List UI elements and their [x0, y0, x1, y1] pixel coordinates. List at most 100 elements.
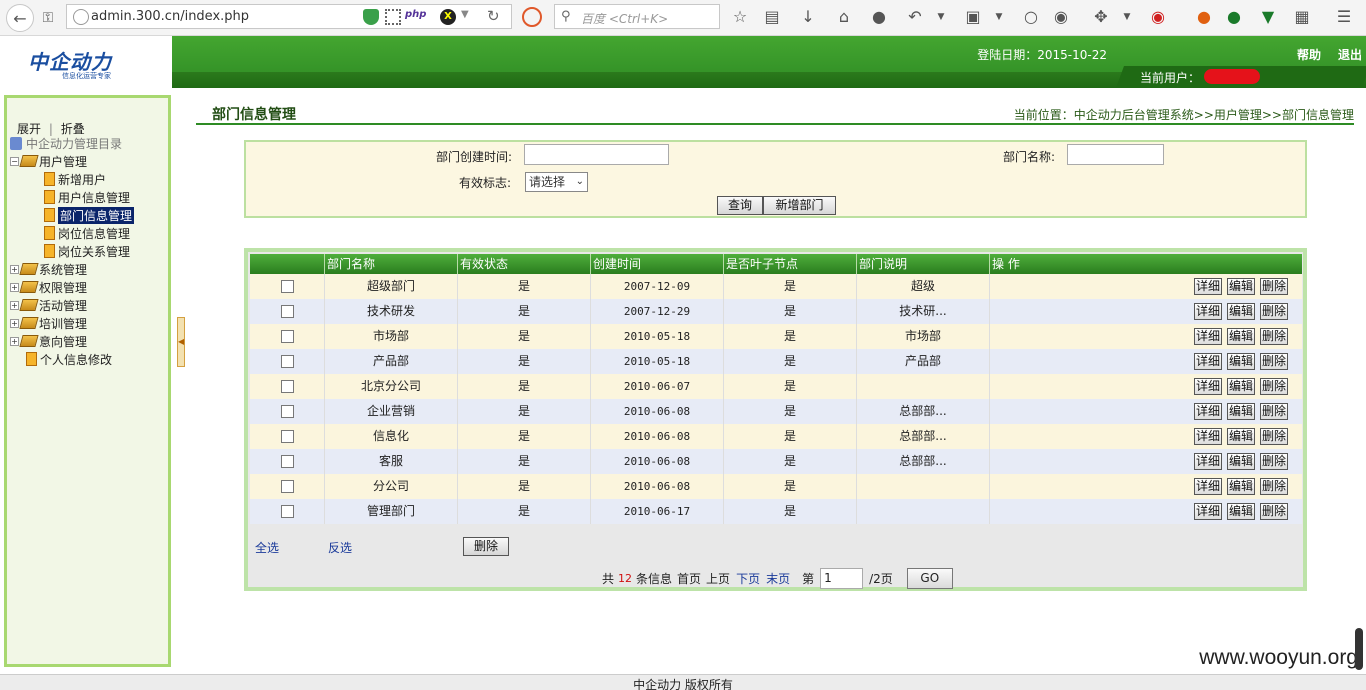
delete-button[interactable]: 删除 — [1259, 303, 1288, 320]
detail-button[interactable]: 详细 — [1193, 303, 1222, 320]
sidebar-item-user-mgmt[interactable]: − 用户管理 — [10, 152, 87, 170]
star-icon[interactable]: ☆ — [730, 7, 750, 27]
delete-button[interactable]: 删除 — [1259, 278, 1288, 295]
row-checkbox[interactable] — [280, 480, 294, 493]
delete-button[interactable]: 删除 — [1259, 353, 1288, 370]
addon-green-icon[interactable]: ● — [1224, 7, 1244, 27]
undo-icon[interactable]: ↶ — [905, 7, 925, 27]
sidebar-item-dept-info[interactable]: 部门信息管理 — [44, 206, 135, 224]
collapse-toggle-icon[interactable]: − — [10, 156, 19, 166]
edit-button[interactable]: 编辑 — [1226, 353, 1255, 370]
page-number-input[interactable]: 1 — [820, 568, 864, 589]
delete-button[interactable]: 删除 — [1259, 378, 1288, 395]
reading-list-icon[interactable]: ▤ — [762, 7, 782, 27]
extension-x-icon[interactable]: X — [440, 9, 456, 25]
sidebar-item-post-relation[interactable]: 岗位关系管理 — [44, 242, 130, 260]
expand-toggle-icon[interactable]: + — [10, 318, 19, 328]
detail-button[interactable]: 详细 — [1193, 428, 1222, 445]
comment-icon[interactable]: ○ — [1021, 7, 1041, 27]
detail-button[interactable]: 详细 — [1193, 378, 1222, 395]
edit-button[interactable]: 编辑 — [1226, 503, 1255, 520]
crop-icon[interactable]: ▣ — [963, 7, 983, 27]
sidebar-item-add-user[interactable]: 新增用户 — [44, 170, 106, 188]
edit-button[interactable]: 编辑 — [1226, 378, 1255, 395]
detail-button[interactable]: 详细 — [1193, 403, 1222, 420]
detail-button[interactable]: 详细 — [1193, 353, 1222, 370]
detail-button[interactable]: 详细 — [1193, 278, 1222, 295]
row-checkbox[interactable] — [280, 305, 294, 318]
download-icon[interactable]: ↓ — [798, 7, 818, 27]
addon-shield-icon[interactable]: ▼ — [1258, 7, 1278, 27]
grid-icon[interactable]: ▦ — [1292, 7, 1312, 27]
chat-icon[interactable]: ● — [869, 7, 889, 27]
sidebar-item-permission[interactable]: + 权限管理 — [10, 278, 87, 296]
chevron-down-icon[interactable]: ▼ — [461, 9, 477, 25]
logout-link[interactable]: 退出 — [1338, 46, 1362, 63]
delete-button[interactable]: 删除 — [1259, 428, 1288, 445]
back-button[interactable]: ← — [6, 4, 34, 32]
sidebar-item-personal[interactable]: 个人信息修改 — [26, 350, 112, 368]
sidebar-item-activity[interactable]: + 活动管理 — [10, 296, 87, 314]
row-checkbox[interactable] — [280, 280, 294, 293]
home-icon[interactable]: ⌂ — [834, 7, 854, 27]
edit-button[interactable]: 编辑 — [1226, 328, 1255, 345]
sidebar-item-intent[interactable]: + 意向管理 — [10, 332, 87, 350]
edit-button[interactable]: 编辑 — [1226, 453, 1255, 470]
account-icon[interactable]: ◉ — [1051, 7, 1071, 27]
tools-icon[interactable]: ✥ — [1091, 7, 1111, 27]
expand-toggle-icon[interactable]: + — [10, 300, 19, 310]
status-select[interactable]: 请选择 ⌄ — [525, 172, 588, 192]
chevron-down-icon[interactable]: ▼ — [989, 7, 1009, 27]
shield-icon[interactable] — [363, 9, 379, 25]
tree-root[interactable]: 中企动力管理目录 — [10, 134, 122, 152]
addon-orange-icon[interactable]: ● — [1194, 7, 1214, 27]
dept-name-input[interactable] — [1067, 144, 1164, 165]
qr-code-icon[interactable] — [385, 9, 401, 25]
delete-button[interactable]: 删除 — [1259, 478, 1288, 495]
row-checkbox[interactable] — [280, 405, 294, 418]
edit-button[interactable]: 编辑 — [1226, 278, 1255, 295]
help-link[interactable]: 帮助 — [1297, 46, 1321, 63]
detail-button[interactable]: 详细 — [1193, 503, 1222, 520]
sidebar-item-training[interactable]: + 培训管理 — [10, 314, 87, 332]
sidebar-item-post-info[interactable]: 岗位信息管理 — [44, 224, 130, 242]
expand-toggle-icon[interactable]: + — [10, 264, 19, 274]
reload-icon[interactable]: ↻ — [487, 7, 503, 25]
delete-button[interactable]: 删除 — [1259, 328, 1288, 345]
bulk-delete-button[interactable]: 删除 — [463, 537, 509, 556]
block-icon[interactable] — [522, 7, 542, 27]
sidebar-toggle-handle[interactable]: ◀ — [177, 317, 185, 367]
row-checkbox[interactable] — [280, 330, 294, 343]
row-checkbox[interactable] — [280, 380, 294, 393]
pager-last-link[interactable]: 末页 — [766, 570, 790, 587]
select-all-link[interactable]: 全选 — [255, 539, 279, 556]
create-time-input[interactable] — [524, 144, 669, 165]
sidebar-item-system[interactable]: + 系统管理 — [10, 260, 87, 278]
search-bar[interactable]: ⚲ 百度 <Ctrl+K> — [554, 4, 720, 29]
expand-toggle-icon[interactable]: + — [10, 282, 19, 292]
row-checkbox[interactable] — [280, 455, 294, 468]
php-badge[interactable]: php — [405, 9, 439, 25]
detail-button[interactable]: 详细 — [1193, 478, 1222, 495]
row-checkbox[interactable] — [280, 430, 294, 443]
row-checkbox[interactable] — [280, 505, 294, 518]
sidebar-item-user-info[interactable]: 用户信息管理 — [44, 188, 130, 206]
row-checkbox[interactable] — [280, 355, 294, 368]
detail-button[interactable]: 详细 — [1193, 453, 1222, 470]
address-bar[interactable]: admin.300.cn/index.php php X ▼ ↻ — [66, 4, 512, 29]
scroll-indicator[interactable] — [1355, 628, 1363, 670]
edit-button[interactable]: 编辑 — [1226, 428, 1255, 445]
delete-button[interactable]: 删除 — [1259, 403, 1288, 420]
go-button[interactable]: GO — [906, 568, 953, 589]
chevron-down-icon[interactable]: ▼ — [931, 7, 951, 27]
expand-toggle-icon[interactable]: + — [10, 336, 19, 346]
chevron-down-icon[interactable]: ▼ — [1117, 7, 1137, 27]
edit-button[interactable]: 编辑 — [1226, 403, 1255, 420]
delete-button[interactable]: 删除 — [1259, 453, 1288, 470]
edit-button[interactable]: 编辑 — [1226, 303, 1255, 320]
menu-icon[interactable]: ☰ — [1334, 7, 1354, 27]
key-icon[interactable]: ⚿ — [36, 6, 60, 30]
invert-selection-link[interactable]: 反选 — [328, 539, 352, 556]
delete-button[interactable]: 删除 — [1259, 503, 1288, 520]
pager-next-link[interactable]: 下页 — [736, 570, 760, 587]
